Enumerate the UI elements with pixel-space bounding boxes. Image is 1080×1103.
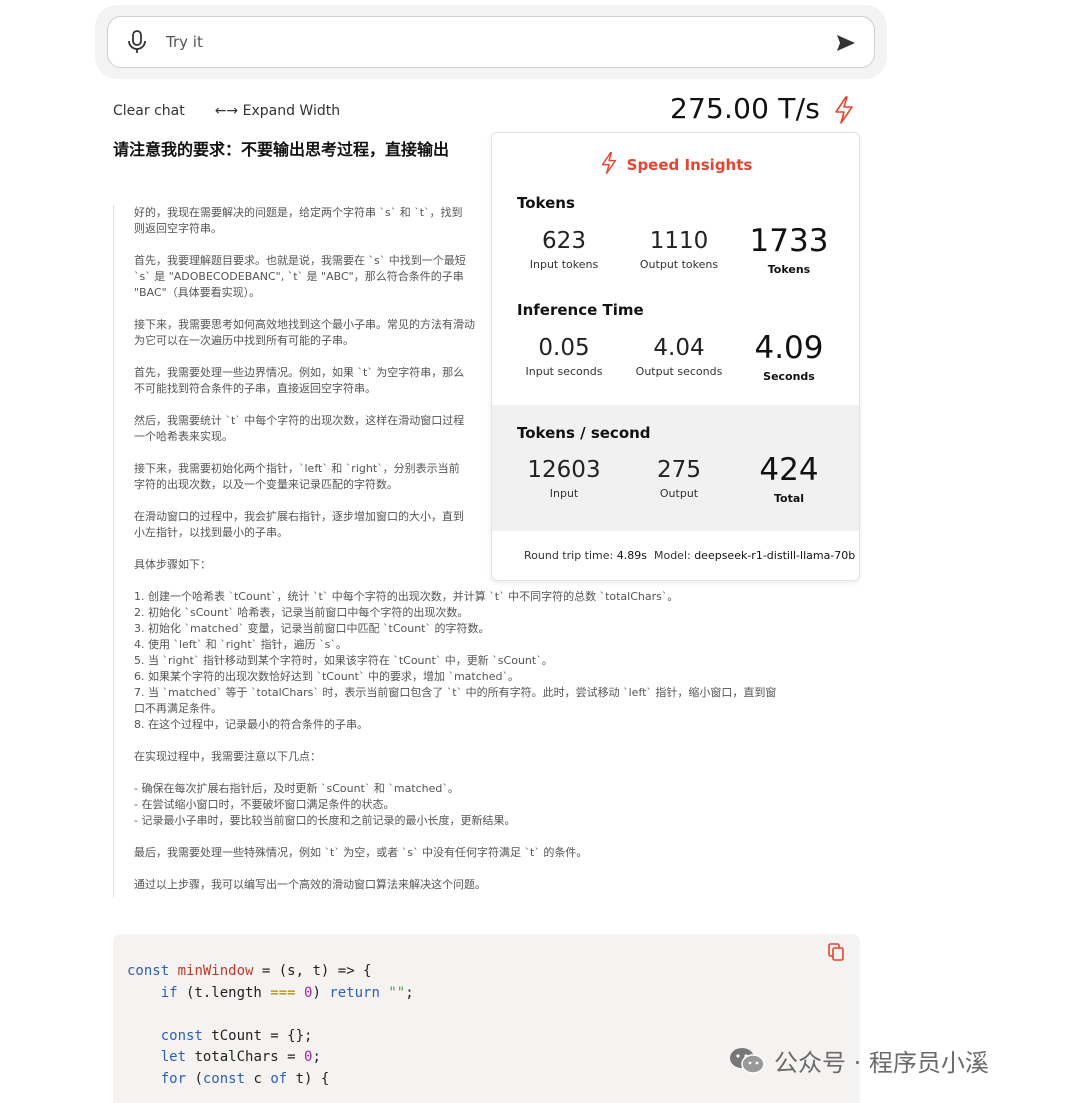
output-tps-metric: 275 Output [657, 457, 701, 500]
lightning-icon[interactable] [832, 95, 856, 125]
output-seconds-metric: 4.04 Output seconds [635, 335, 723, 378]
clear-chat-button[interactable]: Clear chat [113, 103, 185, 119]
step-item: 6. 如果某个字符的出现次数恰好达到 `tCount` 中的要求，增加 `mat… [134, 670, 519, 683]
chat-toolbar: Clear chat ←→ Expand Width [113, 103, 340, 119]
user-prompt: 请注意我的要求：不要输出思考过程，直接输出 [113, 140, 450, 159]
round-trip-time: 4.89s [616, 549, 647, 562]
send-icon[interactable] [834, 31, 858, 55]
wechat-icon [730, 1047, 765, 1074]
chat-input-box [107, 16, 875, 68]
microphone-icon[interactable] [126, 29, 148, 55]
step-item: 2. 初始化 `sCount` 哈希表，记录当前窗口中每个字符的出现次数。 [134, 606, 469, 619]
total-tokens-metric: 1733 Tokens [749, 223, 829, 276]
step-item: 口不再满足条件。 [134, 702, 222, 715]
output-tokens-metric: 1110 Output tokens [639, 228, 719, 271]
reasoning-steps: 1. 创建一个哈希表 `tCount`，统计 `t` 中每个字符的出现次数，并计… [134, 589, 853, 733]
input-tokens-metric: 623 Input tokens [529, 228, 599, 271]
reasoning-paragraph: 最后，我需要处理一些特殊情况，例如 `t` 为空，或者 `s` 中没有任何字符满… [134, 846, 588, 859]
model-name: deepseek-r1-distill-llama-70b [694, 549, 856, 562]
total-tps-metric: 424 Total [759, 452, 819, 505]
step-item: 8. 在这个过程中，记录最小的符合条件的子串。 [134, 718, 368, 731]
reasoning-paragraph: 在实现过程中，我需要注意以下几点： [134, 750, 321, 763]
expand-width-button[interactable]: ←→ Expand Width [215, 103, 340, 119]
note-item: - 在尝试缩小窗口时，不要破坏窗口满足条件的状态。 [134, 798, 395, 811]
step-item: 5. 当 `right` 指针移动到某个字符时，如果该字符在 `tCount` … [134, 654, 553, 667]
lightning-icon [601, 151, 616, 175]
speed-insights-popover: Speed Insights Tokens 623 Input tokens 1… [491, 132, 860, 581]
total-seconds-metric: 4.09 Seconds [754, 330, 824, 383]
note-item: - 确保在每次扩展右指针后，及时更新 `sCount` 和 `matched`。 [134, 782, 459, 795]
speed-readout: 275.00 T/s [670, 92, 820, 125]
step-item: 7. 当 `matched` 等于 `totalChars` 时，表示当前窗口包… [134, 686, 777, 699]
step-item: 1. 创建一个哈希表 `tCount`，统计 `t` 中每个字符的出现次数，并计… [134, 590, 679, 603]
reasoning-notes: - 确保在每次扩展右指针后，及时更新 `sCount` 和 `matched`。… [134, 781, 853, 829]
insights-footer: Round trip time: 4.89s Model: deepseek-r… [524, 549, 856, 562]
copy-icon[interactable] [828, 943, 844, 961]
tps-section-title: Tokens / second [517, 424, 651, 442]
watermark: 公众号 · 程序员小溪 [728, 1043, 989, 1078]
input-seconds-metric: 0.05 Input seconds [525, 335, 603, 378]
speed-insights-title: Speed Insights [492, 151, 859, 175]
inference-section-title: Inference Time [517, 301, 644, 319]
tokens-per-second-section: Tokens / second 12603 Input 275 Output 4… [492, 405, 859, 531]
chat-input[interactable] [166, 33, 806, 51]
tokens-section-title: Tokens [517, 194, 575, 212]
reasoning-paragraph: 通过以上步骤，我可以编写出一个高效的滑动窗口算法来解决这个问题。 [134, 878, 486, 891]
code-content: const minWindow = (s, t) => { if (t.leng… [127, 963, 414, 1087]
chat-input-container [95, 5, 887, 79]
step-item: 3. 初始化 `matched` 变量，记录当前窗口中匹配 `tCount` 的… [134, 622, 490, 635]
step-item: 4. 使用 `left` 和 `right` 指针，遍历 `s`。 [134, 638, 347, 651]
note-item: - 记录最小子串时，要比较当前窗口的长度和之前记录的最小长度，更新结果。 [134, 814, 516, 827]
input-tps-metric: 12603 Input [527, 457, 601, 500]
